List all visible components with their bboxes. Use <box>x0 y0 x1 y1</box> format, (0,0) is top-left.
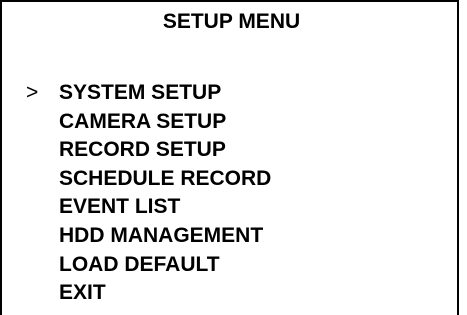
menu-title: SETUP MENU <box>162 10 301 33</box>
menu-item-label: LOAD DEFAULT <box>59 252 220 276</box>
menu-item-schedule-record[interactable]: SCHEDULE RECORD <box>2 165 461 194</box>
menu-item-label: CAMERA SETUP <box>59 109 227 133</box>
menu-item-event-list[interactable]: EVENT LIST <box>2 193 461 222</box>
menu-item-system-setup[interactable]: > SYSTEM SETUP <box>2 79 461 108</box>
menu-item-label: EVENT LIST <box>59 195 181 219</box>
menu-item-label: EXIT <box>59 281 106 305</box>
selection-cursor-icon: > <box>26 81 39 104</box>
menu-item-camera-setup[interactable]: CAMERA SETUP <box>2 108 461 137</box>
menu-item-hdd-management[interactable]: HDD MANAGEMENT <box>2 222 461 251</box>
menu-item-record-setup[interactable]: RECORD SETUP <box>2 136 461 165</box>
menu-item-label: HDD MANAGEMENT <box>59 223 264 247</box>
menu-list: > SYSTEM SETUP CAMERA SETUP RECORD SETUP SCH… <box>2 79 461 308</box>
menu-item-load-default[interactable]: LOAD DEFAULT <box>2 251 461 280</box>
menu-item-label: SYSTEM SETUP <box>59 81 222 104</box>
setup-menu-panel: SETUP MENU > SYSTEM SETUP CAMERA SETUP RECO… <box>0 0 459 315</box>
menu-item-label: RECORD SETUP <box>59 138 226 162</box>
menu-item-exit[interactable]: EXIT <box>2 279 461 308</box>
menu-item-label: SCHEDULE RECORD <box>59 166 272 190</box>
